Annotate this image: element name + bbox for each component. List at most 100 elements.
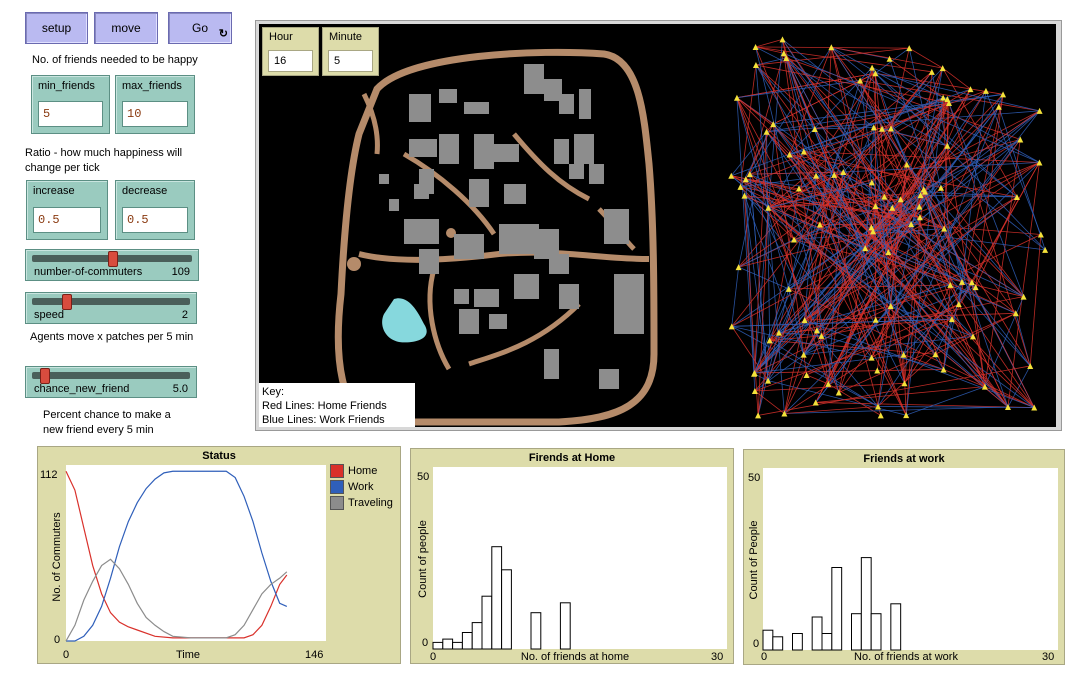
speed-slider[interactable]: speed 2: [25, 292, 197, 324]
commuter-agent: [779, 36, 786, 43]
slider-knob[interactable]: [108, 251, 118, 267]
world-map: [334, 36, 1049, 426]
histogram-bar: [559, 602, 571, 650]
friend-link: [815, 110, 1040, 403]
setup-button[interactable]: setup: [25, 12, 88, 44]
building: [499, 224, 539, 254]
increase-field[interactable]: 0.5: [33, 207, 101, 233]
slider-name: number-of-commuters: [34, 266, 143, 278]
building: [489, 314, 507, 329]
decrease-label: decrease: [122, 185, 168, 197]
road: [427, 268, 452, 371]
histogram-bar: [481, 595, 493, 650]
histogram-bar: [491, 546, 503, 650]
building: [459, 309, 479, 334]
building: [589, 164, 604, 184]
y-tick-max: 50: [417, 471, 429, 483]
histogram-bar: [890, 603, 902, 651]
key-red-lines: Red Lines: Home Friends: [262, 400, 387, 412]
move-label: move: [111, 21, 141, 35]
min-friends-input[interactable]: min_friends 5: [31, 75, 110, 134]
slider-track[interactable]: [32, 372, 190, 379]
max-friends-label: max_friends: [122, 80, 182, 92]
building: [604, 209, 629, 244]
lake: [382, 298, 427, 343]
slider-name: speed: [34, 309, 64, 321]
commuter-agent: [940, 94, 947, 101]
minute-monitor: Minute 5: [322, 27, 379, 76]
building: [599, 369, 619, 389]
building: [559, 284, 579, 309]
building: [404, 219, 439, 244]
decrease-input[interactable]: decrease 0.5: [115, 180, 195, 240]
building: [494, 144, 519, 162]
home-histogram: Count of people No. of friends at home 5…: [417, 467, 727, 663]
friend-link: [744, 195, 759, 416]
slider-knob[interactable]: [39, 368, 50, 384]
histogram-bar: [811, 616, 823, 651]
histogram-bar: [530, 612, 542, 650]
plot-area: [433, 467, 727, 649]
forever-icon: ↻: [218, 28, 228, 40]
increase-label: increase: [33, 185, 75, 197]
histogram-bar: [831, 567, 843, 651]
building: [419, 249, 439, 274]
y-tick-max: 50: [748, 472, 760, 484]
legend-label-home: Home: [348, 465, 378, 477]
commuter-agent: [877, 412, 884, 419]
number-of-commuters-slider[interactable]: number-of-commuters 109: [25, 249, 199, 281]
world-view[interactable]: Hour 16 Minute 5 Key: Red Lines: Home Fr…: [255, 20, 1062, 431]
min-friends-field[interactable]: 5: [38, 101, 103, 127]
legend-swatch-traveling: [330, 496, 344, 510]
building: [614, 274, 644, 334]
building: [474, 134, 494, 169]
x-axis-label: No. of friends at work: [854, 651, 958, 663]
max-friends-input[interactable]: max_friends 10: [115, 75, 195, 134]
building: [379, 174, 389, 184]
commuter-agent: [1017, 136, 1024, 143]
hour-label: Hour: [269, 31, 293, 43]
building: [574, 134, 594, 164]
histogram-bar: [851, 613, 862, 651]
friends-at-work-plot: Friends at work Count of People No. of f…: [743, 449, 1065, 665]
plot-area: [66, 465, 326, 641]
x-tick-max: 146: [305, 649, 323, 661]
friend-link: [783, 53, 904, 355]
building: [514, 274, 539, 299]
building: [439, 89, 457, 103]
building: [464, 102, 489, 114]
x-tick-min: 0: [430, 651, 436, 663]
increase-input[interactable]: increase 0.5: [26, 180, 108, 240]
minute-value: 5: [328, 50, 373, 72]
friends-needed-label: No. of friends needed to be happy: [32, 54, 198, 66]
legend-traveling: Traveling: [330, 496, 393, 510]
slider-name: chance_new_friend: [34, 383, 130, 395]
friend-link: [943, 369, 1035, 408]
max-friends-field[interactable]: 10: [122, 101, 188, 127]
x-axis-label: Time: [176, 649, 200, 661]
move-button[interactable]: move: [94, 12, 158, 44]
friend-link: [906, 164, 1024, 297]
roundabout: [347, 257, 361, 271]
go-button[interactable]: Go ↻: [168, 12, 232, 44]
x-tick-min: 0: [63, 649, 69, 661]
y-tick-min: 0: [753, 638, 759, 650]
key-blue-lines: Blue Lines: Work Friends: [262, 414, 385, 426]
histogram-bar: [870, 613, 882, 651]
friend-link: [906, 386, 986, 416]
decrease-field[interactable]: 0.5: [122, 207, 188, 233]
legend-swatch-work: [330, 480, 344, 494]
map-key: Key: Red Lines: Home Friends Blue Lines:…: [259, 383, 415, 427]
slider-track[interactable]: [32, 298, 190, 305]
world-canvas[interactable]: Hour 16 Minute 5 Key: Red Lines: Home Fr…: [259, 24, 1056, 427]
histogram-bar: [762, 629, 774, 651]
histogram-bar: [501, 569, 512, 650]
commuter-agent: [903, 412, 910, 419]
building: [504, 184, 526, 204]
commuter-agent: [869, 64, 876, 71]
building: [554, 139, 569, 164]
y-axis-label: No. of Commuters: [51, 512, 63, 602]
chance-new-friend-slider[interactable]: chance_new_friend 5.0: [25, 366, 197, 398]
slider-knob[interactable]: [62, 294, 72, 310]
road: [468, 302, 581, 367]
